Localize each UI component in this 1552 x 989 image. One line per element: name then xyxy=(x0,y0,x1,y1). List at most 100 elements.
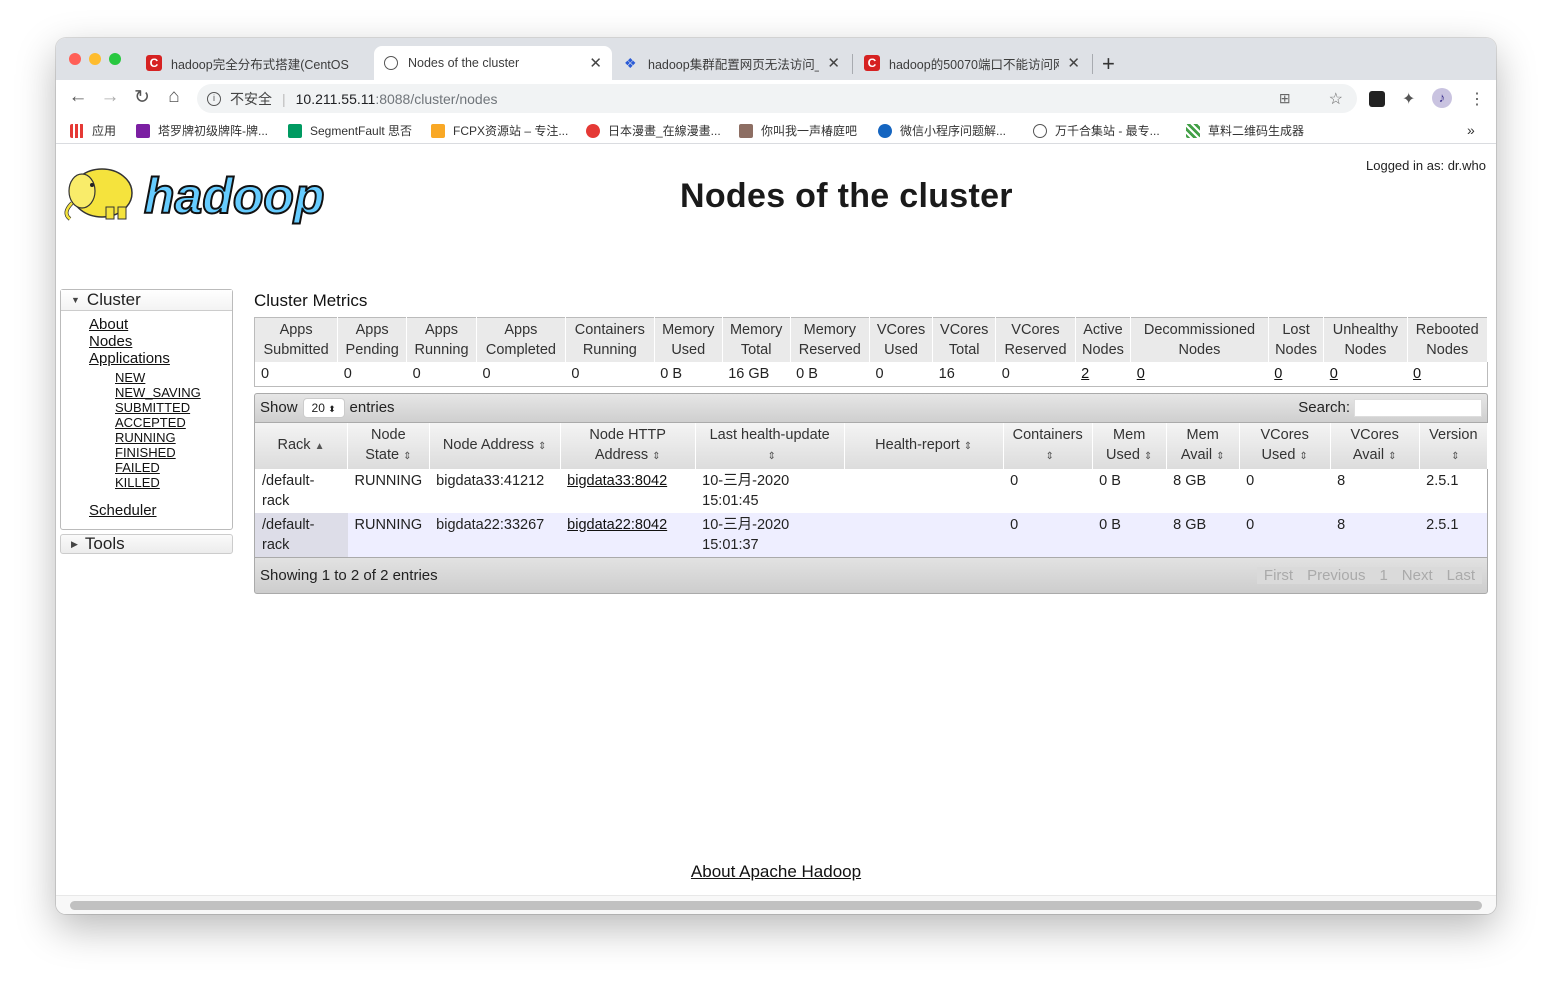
col-node-http-address[interactable]: Node HTTP Address ⇕ xyxy=(560,422,696,469)
pager-first[interactable]: First xyxy=(1257,567,1300,584)
col-version[interactable]: Version ⇕ xyxy=(1419,422,1489,469)
nav-applications-link[interactable]: Applications xyxy=(89,350,232,367)
col-rack[interactable]: Rack ▲ xyxy=(254,422,348,469)
col-node-address[interactable]: Node Address ⇕ xyxy=(429,422,561,469)
nav-app-finished[interactable]: FINISHED xyxy=(115,445,232,460)
profile-avatar[interactable]: ♪ xyxy=(1432,88,1452,108)
bookmark-manga[interactable]: 日本漫畫_在線漫畫... xyxy=(586,122,721,139)
bookmark-tieba[interactable]: 你叫我一声椿庭吧 xyxy=(739,122,857,139)
unhealthy-nodes-link[interactable]: 0 xyxy=(1330,366,1338,382)
tab-baidu[interactable]: ❖ hadoop集群配置网页无法访问_ ✕ xyxy=(614,46,850,80)
reload-icon[interactable]: ↻ xyxy=(130,86,154,109)
containers-cell: 0 xyxy=(1003,512,1093,557)
nav-app-killed[interactable]: KILLED xyxy=(115,475,232,490)
nav-app-running[interactable]: RUNNING xyxy=(115,430,232,445)
active-nodes-link[interactable]: 2 xyxy=(1081,366,1089,382)
lost-nodes-link[interactable]: 0 xyxy=(1274,366,1282,382)
memory-reserved-value: 0 B xyxy=(796,365,818,382)
maximize-window-button[interactable] xyxy=(109,53,121,65)
sort-icon: ⇕ xyxy=(1216,450,1225,462)
metrics-header: Apps Pending xyxy=(337,317,408,362)
bookmark-label: 塔罗牌初级牌阵-牌... xyxy=(158,124,268,138)
show-label: Show xyxy=(260,399,298,416)
col-mem-avail[interactable]: Mem Avail ⇕ xyxy=(1166,422,1240,469)
bookmark-label: FCPX资源站 – 专注... xyxy=(453,124,569,138)
entries-select[interactable]: 20 ⬍ xyxy=(302,397,345,418)
col-node-state[interactable]: Node State ⇕ xyxy=(347,422,430,469)
forward-icon[interactable]: → xyxy=(98,86,122,108)
home-icon[interactable]: ⌂ xyxy=(162,86,186,108)
bookmark-tarot[interactable]: 塔罗牌初级牌阵-牌... xyxy=(136,122,268,139)
globe-icon xyxy=(1033,123,1047,138)
bookmark-miniprogram[interactable]: 微信小程序问题解... xyxy=(878,122,1006,139)
tab-close-icon[interactable]: ✕ xyxy=(589,54,602,72)
new-tab-button[interactable]: + xyxy=(1102,51,1115,77)
bookmark-label: 微信小程序问题解... xyxy=(900,124,1007,138)
nav-nodes-link[interactable]: Nodes xyxy=(89,333,232,350)
horizontal-scrollbar[interactable] xyxy=(70,901,1482,910)
back-icon[interactable]: ← xyxy=(66,86,90,108)
bookmark-wanqian[interactable]: 万千合集站 - 最专... xyxy=(1033,122,1160,139)
bookmark-qrcode[interactable]: 草料二维码生成器 xyxy=(1186,122,1304,139)
extension-icon[interactable] xyxy=(1369,91,1385,107)
tab-nodes-of-cluster[interactable]: Nodes of the cluster ✕ xyxy=(374,46,612,80)
decommissioned-nodes-link[interactable]: 0 xyxy=(1137,366,1145,382)
search-input[interactable] xyxy=(1354,398,1482,417)
close-window-button[interactable] xyxy=(69,53,81,65)
memory-total-value: 16 GB xyxy=(728,365,770,382)
vcores-used-value: 0 xyxy=(875,365,884,382)
bookmark-fcpx[interactable]: FCPX资源站 – 专注... xyxy=(431,122,568,139)
bookmark-apps[interactable]: 应用 xyxy=(70,122,116,139)
bookmarks-more-icon[interactable]: » xyxy=(1467,122,1475,138)
cluster-metrics-title: Cluster Metrics xyxy=(254,291,368,310)
nav-app-new[interactable]: NEW xyxy=(115,370,232,385)
sort-icon: ⇕ xyxy=(1388,450,1397,462)
sort-icon: ⇕ xyxy=(1451,450,1460,462)
tab-close-icon[interactable]: ✕ xyxy=(827,54,840,72)
triangle-down-icon: ▼ xyxy=(71,295,80,305)
vcores-avail-cell: 8 xyxy=(1330,468,1420,513)
health-update-cell: 10-三月-2020 15:01:37 xyxy=(695,512,845,557)
nav-scheduler-link[interactable]: Scheduler xyxy=(89,502,232,519)
tab-close-icon[interactable]: ✕ xyxy=(1067,54,1080,72)
cluster-label: Cluster xyxy=(86,290,141,309)
col-last-health-update[interactable]: Last health-update ⇕ xyxy=(695,422,845,469)
metrics-header: Memory Reserved xyxy=(790,317,870,362)
nodes-header-row: Rack ▲ Node State ⇕ Node Address ⇕ Node HTTP… xyxy=(254,422,1489,469)
bookmark-segmentfault[interactable]: SegmentFault 思否 xyxy=(288,122,412,139)
nav-app-submitted[interactable]: SUBMITTED xyxy=(115,400,232,415)
pager-last[interactable]: Last xyxy=(1440,567,1482,584)
pager-previous[interactable]: Previous xyxy=(1300,567,1372,584)
nav-app-accepted[interactable]: ACCEPTED xyxy=(115,415,232,430)
triangle-right-icon: ▶ xyxy=(71,538,78,549)
nav-app-new-saving[interactable]: NEW_SAVING xyxy=(115,385,232,400)
nav-about-link[interactable]: About xyxy=(89,316,232,333)
tab-csdn-1[interactable]: C hadoop完全分布式搭建(CentOS xyxy=(136,46,372,80)
info-icon[interactable]: i xyxy=(207,91,221,106)
about-apache-hadoop-link[interactable]: About Apache Hadoop xyxy=(691,862,861,881)
col-containers[interactable]: Containers ⇕ xyxy=(1003,422,1093,469)
node-http-link[interactable]: bigdata22:8042 xyxy=(567,517,667,533)
address-bar[interactable]: i 不安全 | 10.211.55.11:8088/cluster/nodes … xyxy=(197,84,1357,113)
sort-icon: ⇕ xyxy=(1143,450,1153,462)
menu-dots-icon[interactable]: ⋮ xyxy=(1469,89,1485,109)
col-mem-used[interactable]: Mem Used ⇕ xyxy=(1092,422,1167,469)
minimize-window-button[interactable] xyxy=(89,53,101,65)
pager-next[interactable]: Next xyxy=(1395,567,1440,584)
col-health-report[interactable]: Health-report ⇕ xyxy=(844,422,1004,469)
rebooted-nodes-link[interactable]: 0 xyxy=(1413,366,1421,382)
col-vcores-used[interactable]: VCores Used ⇕ xyxy=(1239,422,1331,469)
pager-page-1[interactable]: 1 xyxy=(1372,567,1394,584)
tab-csdn-2[interactable]: C hadoop的50070端口不能访问网 ✕ xyxy=(854,46,1090,80)
tools-section[interactable]: ▶ Tools xyxy=(60,534,233,554)
metrics-header: VCores Used xyxy=(869,317,934,362)
version-cell: 2.5.1 xyxy=(1419,512,1488,557)
col-vcores-avail[interactable]: VCores Avail ⇕ xyxy=(1330,422,1420,469)
nav-app-failed[interactable]: FAILED xyxy=(115,460,232,475)
cluster-header[interactable]: ▼ Cluster xyxy=(61,290,232,311)
node-http-link[interactable]: bigdata33:8042 xyxy=(567,473,667,489)
translate-icon[interactable]: ⊞ xyxy=(1279,90,1291,107)
tab-separator xyxy=(852,54,853,74)
bookmark-star-icon[interactable]: ☆ xyxy=(1329,89,1343,109)
puzzle-icon[interactable]: ✦ xyxy=(1402,89,1415,109)
